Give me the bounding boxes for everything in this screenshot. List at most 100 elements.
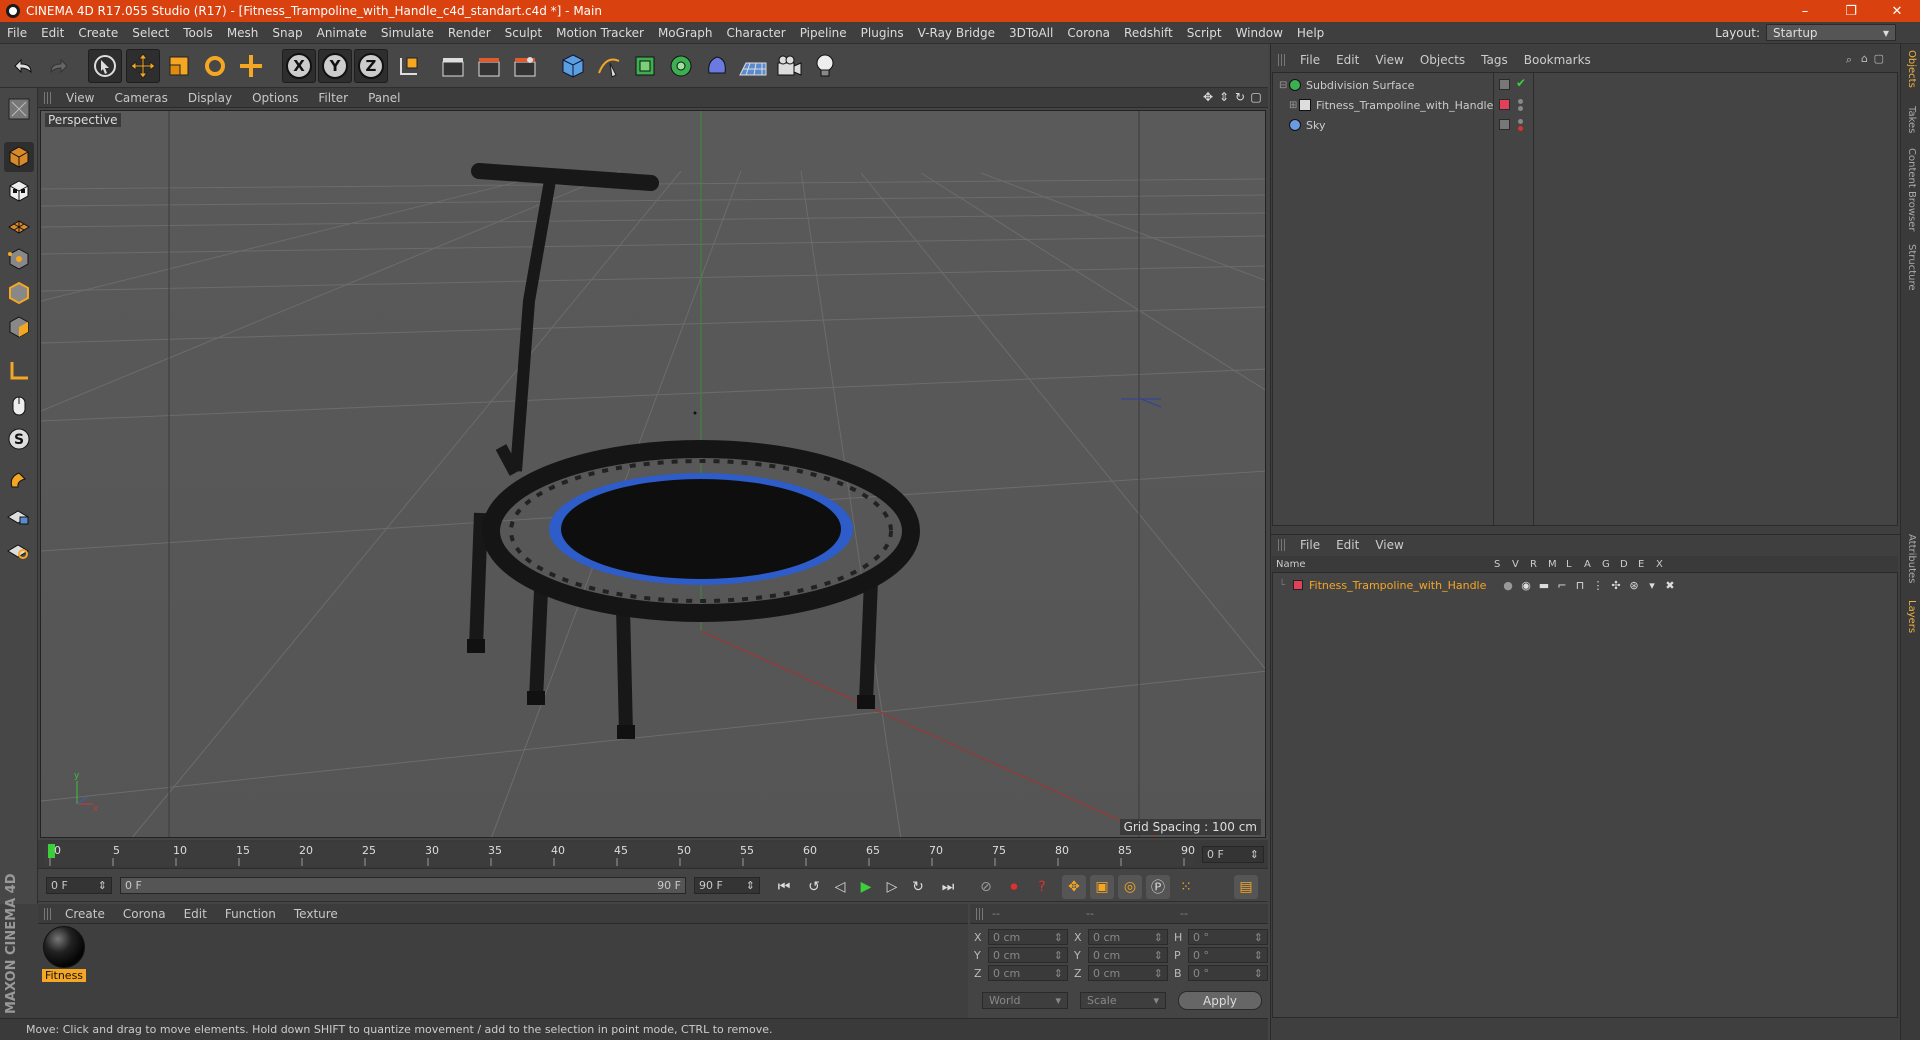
tab-objects[interactable]: Objects (1906, 50, 1917, 88)
z-axis-button[interactable]: Z (354, 49, 388, 83)
layer-color-tag[interactable] (1499, 99, 1510, 110)
layer-column-view[interactable]: V (1512, 559, 1530, 570)
deformer-button[interactable] (700, 49, 734, 83)
menu-tools[interactable]: Tools (176, 26, 220, 40)
current-frame-field[interactable]: 0 F ⇕ (1202, 846, 1264, 863)
rotate-tool-button[interactable] (198, 49, 232, 83)
move-view-icon[interactable]: ✥ (1202, 91, 1214, 103)
menu-snap[interactable]: Snap (265, 26, 309, 40)
position-y-field[interactable]: 0 cm ⇕ (988, 947, 1068, 963)
x-axis-button[interactable]: X (282, 49, 316, 83)
eye-icon[interactable]: ◉ (1517, 579, 1535, 592)
object-menu-edit[interactable]: Edit (1328, 53, 1367, 67)
render-dot-icon[interactable] (1518, 106, 1523, 111)
layer-column-expressions[interactable]: E (1638, 559, 1656, 570)
next-frame-button[interactable]: ▷ (880, 875, 904, 899)
viewport-menu-panel[interactable]: Panel (358, 91, 410, 105)
layer-color-swatch[interactable] (1293, 580, 1303, 590)
layer-column-solo[interactable]: S (1494, 559, 1512, 570)
key-scale-button[interactable]: ▣ (1090, 875, 1114, 899)
texture-mode-button[interactable] (4, 176, 34, 206)
render-clapboard-icon[interactable]: ▬ (1535, 579, 1553, 592)
material-swatch[interactable]: Fitness (42, 926, 86, 984)
magnet-button[interactable] (4, 466, 34, 496)
start-frame-field[interactable]: 0 F ⇕ (46, 877, 112, 894)
tab-layers[interactable]: Layers (1906, 600, 1917, 633)
record-keys-button[interactable]: ⊘ (974, 875, 998, 899)
select-tool-button[interactable] (88, 49, 122, 83)
points-mode-button[interactable] (4, 244, 34, 274)
layer-column-locked[interactable]: L (1566, 559, 1584, 570)
material-menu-texture[interactable]: Texture (285, 907, 347, 921)
search-icon[interactable]: ⌕ (1846, 53, 1852, 67)
render-settings-button[interactable] (508, 49, 542, 83)
lock-icon[interactable]: ⊓ (1571, 579, 1589, 592)
deformer-icon[interactable]: ⊛ (1625, 579, 1643, 592)
material-menu-create[interactable]: Create (56, 907, 114, 921)
layout-dropdown[interactable]: Startup ▾ (1766, 24, 1896, 41)
prev-frame-button[interactable]: ◁ (828, 875, 852, 899)
make-editable-button[interactable] (4, 94, 34, 124)
material-menu-corona[interactable]: Corona (114, 907, 175, 921)
viewport-menu-cameras[interactable]: Cameras (104, 91, 177, 105)
frame-range-slider[interactable]: 0 F 90 F (120, 877, 686, 894)
viewport-menu-options[interactable]: Options (242, 91, 308, 105)
tweak-mode-button[interactable] (4, 390, 34, 420)
object-menu-bookmarks[interactable]: Bookmarks (1516, 53, 1599, 67)
solo-dot-icon[interactable]: ● (1499, 579, 1517, 592)
layer-row[interactable]: └ Fitness_Trampoline_with_Handle ● ◉ ▬ ⌐… (1273, 575, 1897, 595)
size-z-field[interactable]: 0 cm ⇕ (1088, 965, 1168, 981)
menu-corona[interactable]: Corona (1060, 26, 1117, 40)
rotation-b-field[interactable]: 0 ° ⇕ (1188, 965, 1268, 981)
object-row[interactable]: ⊞ Fitness_Trampoline_with_Handle (1273, 95, 1897, 115)
viewport-menu-filter[interactable]: Filter (308, 91, 358, 105)
tab-attributes[interactable]: Attributes (1906, 534, 1917, 583)
prev-key-button[interactable]: ↺ (802, 875, 826, 899)
axis-mode-button[interactable] (4, 356, 34, 386)
coordinate-mode-dropdown[interactable]: World ▾ (982, 992, 1068, 1009)
material-menu-edit[interactable]: Edit (175, 907, 216, 921)
timeline-ruler[interactable]: 0 5 10 15 20 25 30 35 40 45 50 55 60 65 … (38, 840, 1268, 868)
camera-button[interactable] (772, 49, 806, 83)
polygons-mode-button[interactable] (4, 312, 34, 342)
viewport-menu-display[interactable]: Display (178, 91, 242, 105)
layer-menu-view[interactable]: View (1367, 538, 1411, 552)
rotation-h-field[interactable]: 0 ° ⇕ (1188, 929, 1268, 945)
menu-mesh[interactable]: Mesh (220, 26, 266, 40)
size-y-field[interactable]: 0 cm ⇕ (1088, 947, 1168, 963)
snap-button[interactable]: S (4, 424, 34, 454)
menu-file[interactable]: File (0, 26, 34, 40)
menu-edit[interactable]: Edit (34, 26, 71, 40)
tab-structure[interactable]: Structure (1906, 244, 1917, 291)
autokey-button[interactable]: ⏺ (1002, 875, 1026, 899)
key-rotation-button[interactable]: ◎ (1118, 875, 1142, 899)
perspective-viewport[interactable]: y x Perspective Grid Spacing : 100 cm (40, 110, 1266, 838)
menu-help[interactable]: Help (1290, 26, 1331, 40)
tab-content-browser[interactable]: Content Browser (1906, 148, 1917, 231)
position-x-field[interactable]: 0 cm ⇕ (988, 929, 1068, 945)
toggle-view-icon[interactable]: ▢ (1250, 91, 1262, 103)
editor-dot-icon[interactable] (1518, 119, 1523, 124)
key-position-button[interactable]: ✥ (1062, 875, 1086, 899)
cloner-button[interactable] (664, 49, 698, 83)
layer-menu-file[interactable]: File (1292, 538, 1328, 552)
lock-workplane-button[interactable] (4, 500, 34, 530)
layer-column-manager[interactable]: M (1548, 559, 1566, 570)
menu-3dtoall[interactable]: 3DToAll (1002, 26, 1060, 40)
editor-dot-icon[interactable] (1518, 99, 1523, 104)
material-menu-function[interactable]: Function (216, 907, 285, 921)
menu-select[interactable]: Select (125, 26, 176, 40)
key-pla-button[interactable]: ⁙ (1174, 875, 1198, 899)
workplane-mode-button[interactable] (4, 210, 34, 240)
editor-visibility-toggle[interactable] (1499, 119, 1510, 130)
menu-render[interactable]: Render (441, 26, 498, 40)
spline-pen-button[interactable] (592, 49, 626, 83)
floor-button[interactable] (736, 49, 770, 83)
close-button[interactable]: ✕ (1874, 0, 1920, 22)
object-row[interactable]: Sky (1273, 115, 1897, 135)
menu-script[interactable]: Script (1180, 26, 1229, 40)
rotate-view-icon[interactable]: ↻ (1234, 91, 1246, 103)
menu-redshift[interactable]: Redshift (1117, 26, 1180, 40)
menu-create[interactable]: Create (71, 26, 125, 40)
menu-sculpt[interactable]: Sculpt (498, 26, 549, 40)
